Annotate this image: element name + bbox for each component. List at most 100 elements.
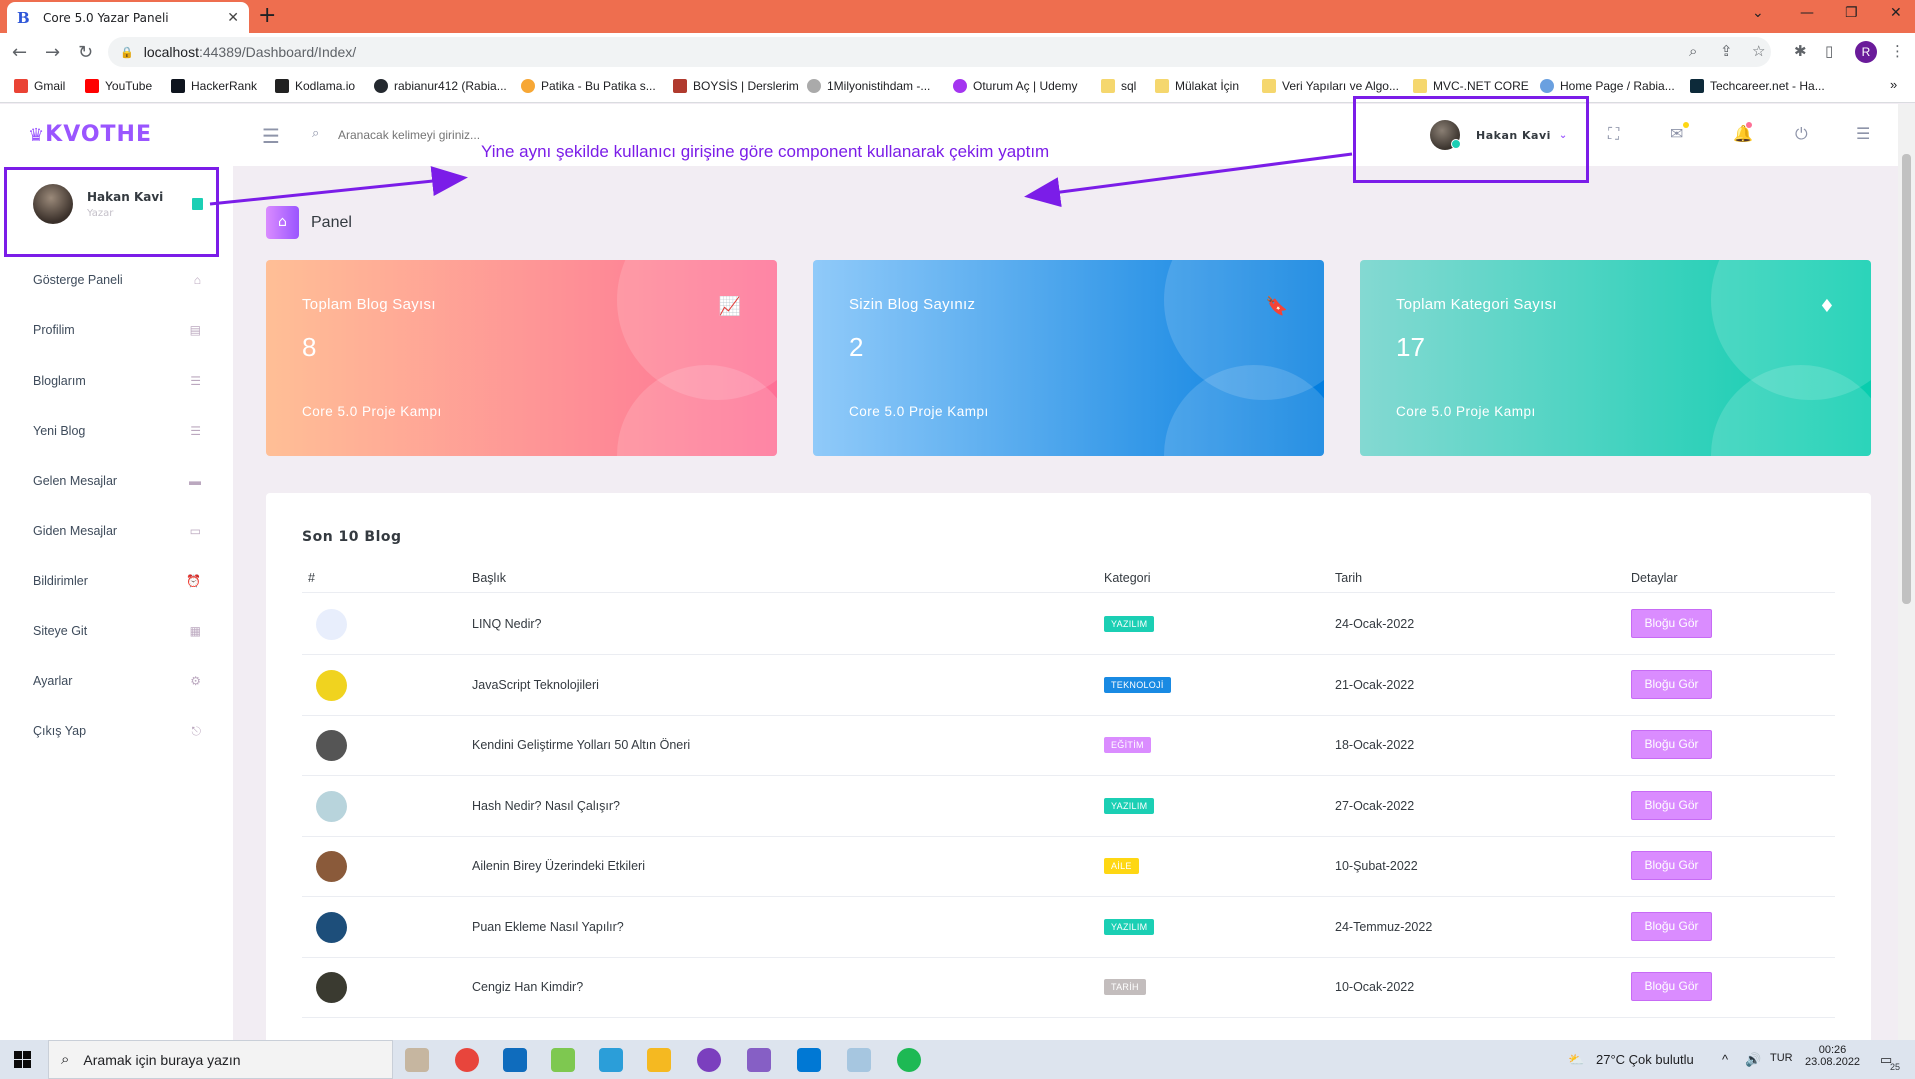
restore-button[interactable]: ❐ (1845, 5, 1858, 21)
app-icon[interactable] (599, 1048, 623, 1072)
sidebar-item-outbox[interactable]: Giden Mesajlar ▭ (33, 516, 201, 546)
settings-list-icon[interactable]: ☰ (1856, 124, 1870, 143)
language-indicator[interactable]: TUR (1770, 1052, 1793, 1064)
extensions-icon[interactable]: ✱ (1794, 42, 1807, 60)
bookmark-item[interactable]: rabianur412 (Rabia... (374, 79, 507, 93)
browser-toolbar: ← → ↻ 🔒 localhost:44389/Dashboard/Index/… (0, 33, 1915, 71)
tab-search-icon[interactable]: ⌄ (1752, 5, 1764, 21)
bookmark-item[interactable]: Home Page / Rabia... (1540, 79, 1675, 93)
fullscreen-icon[interactable]: ⛶ (1608, 124, 1619, 144)
annotation-arrow-left (209, 166, 468, 206)
blog-title: Cengiz Han Kimdir? (472, 980, 584, 994)
close-window-button[interactable]: ✕ (1890, 5, 1902, 21)
volume-icon[interactable]: 🔊 (1745, 1052, 1761, 1068)
weather-icon[interactable]: ⛅ (1568, 1052, 1584, 1068)
view-blog-button[interactable]: Bloğu Gör (1631, 609, 1712, 638)
weather-text[interactable]: 27°C Çok bulutlu (1596, 1052, 1694, 1067)
browser-tab[interactable]: B Core 5.0 Yazar Paneli ✕ (7, 2, 249, 33)
sidebar-item-new-blog[interactable]: Yeni Blog ☰ (33, 416, 201, 446)
bookmark-label: BOYSİS | Derslerim (693, 79, 799, 93)
bookmark-item[interactable]: 1Milyonistihdam -... (807, 79, 930, 93)
table-row: Cengiz Han Kimdir? TARİH 10-Ocak-2022 Bloğu… (302, 957, 1835, 1018)
clock-time: 00:26 (1818, 1044, 1847, 1056)
bookmark-item[interactable]: Kodlama.io (275, 79, 355, 93)
star-icon[interactable]: ☆ (1752, 42, 1765, 60)
view-blog-button[interactable]: Bloğu Gör (1631, 669, 1712, 699)
view-blog-button[interactable]: Bloğu Gör (1631, 790, 1712, 820)
app-icon[interactable] (551, 1048, 575, 1072)
menu-toggle-icon[interactable]: ☰ (262, 124, 280, 148)
bookmark-label: Oturum Aç | Udemy (973, 79, 1078, 93)
bookmark-label: Veri Yapıları ve Algo... (1282, 79, 1399, 93)
bookmark-folder[interactable]: Veri Yapıları ve Algo... (1262, 79, 1399, 93)
github-desktop-icon[interactable] (697, 1048, 721, 1072)
spotify-icon[interactable] (897, 1048, 921, 1072)
sidebar-item-label: Siteye Git (33, 624, 88, 638)
menu-dots-icon[interactable]: ⋮ (1890, 42, 1905, 60)
view-blog-button[interactable]: Bloğu Gör (1631, 972, 1712, 1001)
bookmark-item[interactable]: Gmail (14, 79, 65, 93)
bookmark-label: Patika - Bu Patika s... (541, 79, 656, 93)
search-icon: ⌕ (312, 126, 320, 141)
file-explorer-icon[interactable] (647, 1048, 671, 1072)
view-blog-button[interactable]: Bloğu Gör (1631, 851, 1712, 880)
sidebar-item-label: Bloglarım (33, 374, 86, 388)
back-icon[interactable]: ← (12, 42, 27, 63)
home-icon: ⌂ (266, 206, 299, 239)
visual-studio-icon[interactable] (747, 1048, 771, 1072)
zoom-icon[interactable]: ⌕ (1689, 42, 1697, 60)
sidebar-item-settings[interactable]: Ayarlar ⚙ (33, 666, 201, 696)
sidebar-item-dashboard[interactable]: Gösterge Paneli ⌂ (33, 265, 201, 295)
forward-icon[interactable]: → (45, 42, 60, 63)
github-icon (374, 79, 388, 93)
windows-start-icon[interactable] (14, 1051, 31, 1068)
column-header: # (308, 571, 315, 585)
sidebar-item-label: Ayarlar (33, 674, 73, 688)
sidebar-item-inbox[interactable]: Gelen Mesajlar ▬ (33, 466, 201, 496)
logo-text: KVOTHE (45, 122, 152, 147)
new-tab-button[interactable]: + (258, 3, 276, 28)
scrollbar-thumb[interactable] (1902, 154, 1911, 604)
bell-indicator (1746, 122, 1752, 128)
mail-app-icon[interactable] (503, 1048, 527, 1072)
blog-date: 10-Ocak-2022 (1335, 980, 1415, 994)
bookmark-item[interactable]: BOYSİS | Derslerim (673, 79, 799, 93)
chrome-icon[interactable] (455, 1048, 479, 1072)
sidebar-item-go-to-site[interactable]: Siteye Git ▦ (33, 616, 201, 646)
card-subtitle: Core 5.0 Proje Kampı (849, 404, 989, 419)
sidebar-item-notifications[interactable]: Bildirimler ⏰ (33, 566, 201, 596)
bookmark-folder[interactable]: MVC-.NET CORE (1413, 79, 1529, 93)
view-blog-button[interactable]: Bloğu Gör (1631, 911, 1712, 941)
clock[interactable]: 00:26 23.08.2022 (1805, 1044, 1860, 1068)
bookmark-folder[interactable]: Mülakat İçin (1155, 79, 1239, 93)
bookmark-item[interactable]: Patika - Bu Patika s... (521, 79, 656, 93)
card-decoration (1711, 365, 1871, 456)
app-logo[interactable]: ♛KVOTHE (28, 122, 152, 147)
browser-profile-avatar[interactable]: R (1855, 41, 1877, 63)
task-view-icon[interactable] (405, 1048, 429, 1072)
view-blog-button[interactable]: Bloğu Gör (1631, 730, 1712, 759)
minimize-button[interactable]: — (1800, 5, 1814, 21)
reload-icon[interactable]: ↻ (78, 42, 93, 63)
page-scrollbar[interactable] (1898, 104, 1915, 1040)
share-icon[interactable]: ⇪ (1720, 42, 1733, 60)
sidebar-item-my-blogs[interactable]: Bloglarım ☰ (33, 366, 201, 396)
app-icon[interactable] (847, 1048, 871, 1072)
sidebar-item-profile[interactable]: Profilim ▤ (33, 315, 201, 345)
address-bar[interactable]: 🔒 localhost:44389/Dashboard/Index/ (108, 37, 1771, 67)
sidebar-item-logout[interactable]: Çıkış Yap ⎋ (33, 716, 201, 746)
power-icon[interactable]: ⏻ (1795, 124, 1808, 144)
tab-close-icon[interactable]: ✕ (227, 10, 239, 26)
bookmark-item[interactable]: Oturum Aç | Udemy (953, 79, 1077, 93)
chevron-up-icon[interactable]: ^ (1722, 1052, 1728, 1067)
bookmark-item[interactable]: HackerRank (171, 79, 257, 93)
bookmark-item[interactable]: Techcareer.net - Ha... (1690, 79, 1825, 93)
bookmark-folder[interactable]: sql (1101, 79, 1136, 93)
side-panel-icon[interactable]: ▯ (1825, 42, 1833, 60)
bookmark-item[interactable]: YouTube (85, 79, 152, 93)
mail-icon[interactable]: ✉ (1670, 124, 1683, 143)
more-bookmarks-icon[interactable]: » (1890, 77, 1897, 92)
browser-tab-bar: B Core 5.0 Yazar Paneli ✕ + ⌄ — ❐ ✕ (0, 0, 1915, 33)
taskbar-search[interactable]: ⌕ Aramak için buraya yazın (48, 1040, 393, 1079)
vscode-icon[interactable] (797, 1048, 821, 1072)
